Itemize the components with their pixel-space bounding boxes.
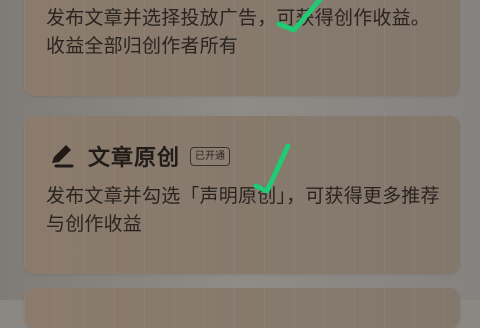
original-article-title: 文章原创 (88, 146, 181, 171)
enabled-badge: 已开通 (190, 146, 231, 166)
monetization-description: 发布文章并选择投放广告，可获得创作收益。收益全部归创作者所有 (46, 7, 431, 57)
next-card[interactable] (24, 288, 460, 328)
original-article-description: 发布文章并勾选「声明原创」，可获得更多推荐与创作收益 (46, 185, 440, 235)
screen: 发布文章并选择投放广告，可获得创作收益。收益全部归创作者所有 文章原创 已开通 … (0, 0, 480, 328)
original-article-card[interactable]: 文章原创 已开通 发布文章并勾选「声明原创」，可获得更多推荐与创作收益 (24, 116, 460, 274)
check-mark-icon (276, 0, 323, 33)
check-mark-icon (253, 143, 291, 194)
monetization-card[interactable]: 发布文章并选择投放广告，可获得创作收益。收益全部归创作者所有 (24, 0, 460, 96)
original-article-header: 文章原创 已开通 (48, 140, 231, 172)
pen-icon (48, 143, 74, 169)
